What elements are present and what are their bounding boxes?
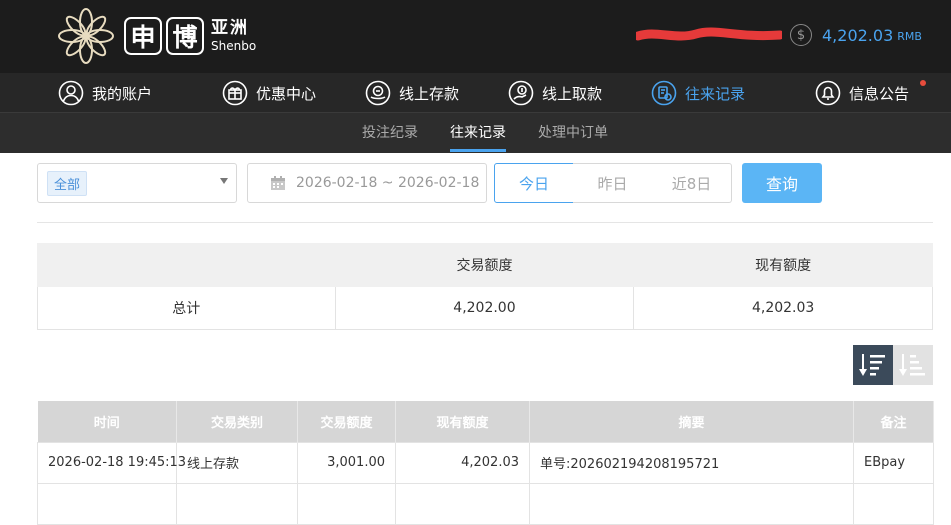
col-remark: 备注 [853, 401, 934, 442]
flower-logo-icon [58, 8, 114, 64]
col-type: 交易类别 [176, 401, 298, 442]
range-yesterday-button[interactable]: 昨日 [573, 163, 653, 203]
cell-empty [297, 482, 396, 525]
cell-type: 线上存款 [176, 441, 298, 484]
notification-dot [920, 80, 926, 86]
summary-total-balance: 4,202.03 [633, 286, 933, 330]
divider [37, 222, 933, 223]
summary-total-amount: 4,202.00 [334, 286, 635, 330]
col-summary: 摘要 [529, 401, 854, 442]
col-balance: 现有额度 [395, 401, 530, 442]
cell-summary: 单号:202602194208195721 [529, 441, 854, 484]
records-table: 时间 交易类别 交易额度 现有额度 摘要 备注 2026-02-18 19:45… [37, 401, 934, 525]
wallet-balance: $ 4,202.03 RMB [790, 24, 922, 46]
type-select[interactable]: 全部 [37, 163, 237, 203]
sort-descending-icon [859, 354, 885, 376]
col-time: 时间 [37, 401, 177, 442]
nav-announcements[interactable]: 信息公告 [815, 73, 909, 113]
date-range-text: 2026-02-18 ~ 2026-02-18 [296, 175, 480, 191]
nav-records[interactable]: 往来记录 [651, 73, 745, 113]
tab-pending-orders[interactable]: 处理中订单 [538, 113, 608, 153]
deposit-icon [365, 80, 391, 106]
range-today-button[interactable]: 今日 [494, 163, 574, 203]
nav-label: 线上取款 [542, 84, 603, 103]
balance-unit: RMB [897, 30, 922, 43]
top-header: 申 博 亚洲 Shenbo $ 4,202.03 RMB [0, 0, 951, 73]
nav-promotions[interactable]: 优惠中心 [222, 73, 316, 113]
redacted-username [636, 27, 782, 41]
sort-ascending-button[interactable] [893, 345, 933, 385]
summary-header-balance: 现有额度 [633, 243, 933, 287]
bell-icon [815, 80, 841, 106]
nav-label: 优惠中心 [256, 84, 317, 103]
nav-deposit[interactable]: 线上存款 [365, 73, 459, 113]
cell-time: 2026-02-18 19:45:13 [37, 441, 186, 484]
gift-icon [222, 80, 248, 106]
records-header-row: 时间 交易类别 交易额度 现有额度 摘要 备注 [37, 401, 934, 442]
calendar-icon [271, 176, 285, 190]
logo-char-1: 申 [124, 17, 162, 55]
nav-label: 信息公告 [849, 84, 910, 103]
records-icon [651, 80, 677, 106]
nav-withdraw[interactable]: 线上取款 [508, 73, 602, 113]
table-row: 2026-02-18 19:45:13 线上存款 3,001.00 4,202.… [37, 441, 934, 484]
summary-header-blank [37, 243, 336, 287]
nav-label: 线上存款 [399, 84, 460, 103]
summary-total-row: 总计 4,202.00 4,202.03 [37, 286, 933, 330]
tab-bet-records[interactable]: 投注纪录 [362, 113, 418, 153]
logo-text: 亚洲 Shenbo [211, 18, 257, 53]
main-nav: 我的账户 优惠中心 线上存款 线上取款 往来记录 信息公告 [0, 73, 951, 113]
logo-text-en: Shenbo [211, 39, 257, 53]
logo-text-cn: 亚洲 [211, 18, 249, 38]
table-row [37, 482, 934, 525]
cell-amount: 3,001.00 [297, 441, 396, 484]
sort-descending-button[interactable] [853, 345, 893, 385]
col-amount: 交易额度 [297, 401, 396, 442]
query-button[interactable]: 查询 [742, 163, 822, 203]
balance-amount: 4,202.03 [822, 25, 894, 45]
withdraw-icon [508, 80, 534, 106]
cell-empty [37, 482, 177, 525]
nav-my-account[interactable]: 我的账户 [58, 73, 152, 113]
cell-empty [529, 482, 854, 525]
nav-label: 我的账户 [92, 84, 153, 103]
date-range-picker[interactable]: 2026-02-18 ~ 2026-02-18 [247, 163, 487, 203]
tab-transaction-records[interactable]: 往来记录 [450, 113, 506, 153]
cell-balance: 4,202.03 [395, 441, 530, 484]
cell-empty [853, 482, 934, 525]
summary-table: 交易额度 现有额度 总计 4,202.00 4,202.03 [37, 243, 933, 330]
user-icon [58, 80, 84, 106]
active-tab-underline [450, 149, 506, 152]
cell-empty [395, 482, 530, 525]
caret-down-icon [220, 178, 228, 184]
selected-type-tag: 全部 [47, 170, 88, 196]
cell-empty [176, 482, 298, 525]
range-8days-button[interactable]: 近8日 [652, 163, 732, 203]
summary-header-row: 交易额度 现有额度 [37, 243, 933, 287]
sub-nav: 投注纪录 往来记录 处理中订单 [0, 113, 951, 153]
nav-label: 往来记录 [685, 84, 746, 103]
summary-header-amount: 交易额度 [334, 243, 635, 287]
summary-total-label: 总计 [37, 286, 336, 330]
cell-remark: EBpay [853, 441, 934, 484]
site-logo[interactable]: 申 博 亚洲 Shenbo [56, 6, 256, 66]
sort-ascending-icon [899, 354, 925, 376]
logo-char-2: 博 [166, 17, 204, 55]
dollar-coin-icon: $ [790, 24, 812, 46]
